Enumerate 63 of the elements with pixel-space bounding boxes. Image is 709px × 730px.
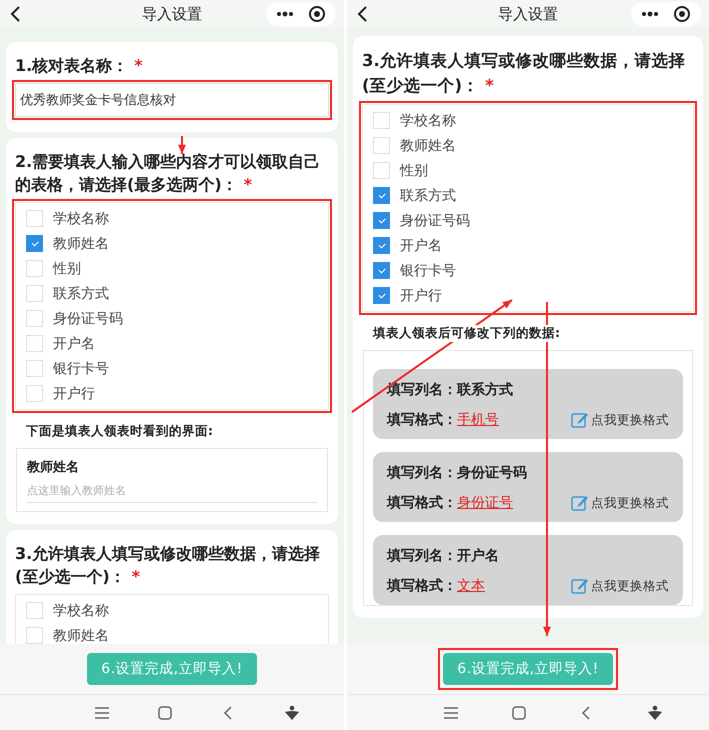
option-label: 开户行 xyxy=(400,286,442,304)
question-title: 2.需要填表人输入哪些内容才可以领取自己的表格，请选择(最多选两个)： * xyxy=(15,151,322,196)
back-icon[interactable] xyxy=(355,5,369,23)
edit-icon xyxy=(571,411,589,429)
column-label: 填写列名： xyxy=(387,464,457,482)
option-label: 教师姓名 xyxy=(53,234,109,252)
option-label: 联系方式 xyxy=(53,284,109,302)
question-title: 1.核对表名称： * xyxy=(15,55,144,77)
checkbox[interactable] xyxy=(26,235,43,252)
page-title: 导入设置 xyxy=(498,4,558,24)
format-label: 填写格式： xyxy=(387,411,457,429)
back-icon[interactable] xyxy=(8,5,22,23)
change-format-button[interactable]: 点我更换格式 xyxy=(571,577,669,595)
question-title: 3.允许填表人填写或修改哪些数据，请选择(至少选一个)： * xyxy=(362,50,687,97)
edit-icon xyxy=(571,577,589,595)
option-label: 学校名称 xyxy=(400,112,456,130)
home-icon[interactable] xyxy=(511,704,527,720)
menu-icon[interactable] xyxy=(443,704,459,720)
column-name: 身份证号码 xyxy=(457,464,527,482)
column-name: 开户名 xyxy=(457,547,499,565)
format-link[interactable]: 文本 xyxy=(457,577,485,595)
option-label: 开户名 xyxy=(53,334,95,352)
field-label: 教师姓名 xyxy=(27,459,80,476)
option-label: 性别 xyxy=(400,162,428,180)
person-icon[interactable] xyxy=(284,704,300,720)
edit-icon xyxy=(571,494,589,512)
format-link[interactable]: 身份证号 xyxy=(457,494,513,512)
checkbox[interactable] xyxy=(373,237,390,254)
column-name: 联系方式 xyxy=(457,381,513,399)
checkbox[interactable] xyxy=(373,287,390,304)
option-label: 开户名 xyxy=(400,236,442,254)
column-label: 填写列名： xyxy=(387,547,457,565)
import-button[interactable]: 6.设置完成,立即导入! xyxy=(87,653,257,685)
input-field[interactable]: 点这里输入教师姓名 xyxy=(27,483,317,503)
target-icon[interactable] xyxy=(673,5,691,23)
format-link[interactable]: 手机号 xyxy=(457,411,499,429)
option-label: 身份证号码 xyxy=(400,212,470,230)
change-format-button[interactable]: 点我更换格式 xyxy=(571,411,669,429)
option-label: 银行卡号 xyxy=(53,360,109,378)
menu-icon[interactable] xyxy=(94,704,110,720)
home-icon[interactable] xyxy=(157,704,174,720)
page-title: 导入设置 xyxy=(142,4,202,24)
option-label: 身份证号码 xyxy=(53,310,123,328)
checkbox[interactable] xyxy=(373,187,390,204)
checkbox[interactable] xyxy=(373,262,390,279)
change-format-button[interactable]: 点我更换格式 xyxy=(571,494,669,512)
person-icon[interactable] xyxy=(647,704,663,720)
question-title: 3.允许填表人填写或修改哪些数据，请选择(至少选一个)： * xyxy=(15,543,322,588)
checkbox[interactable] xyxy=(373,212,390,229)
target-icon[interactable] xyxy=(308,5,326,23)
option-label: 学校名称 xyxy=(53,602,109,620)
annotation-arrow xyxy=(178,136,186,154)
option-label: 性别 xyxy=(53,260,81,278)
option-label: 教师姓名 xyxy=(53,626,109,644)
option-label: 开户行 xyxy=(53,384,95,402)
format-label: 填写格式： xyxy=(387,577,457,595)
input-field[interactable]: 优秀教师奖金卡号信息核对 xyxy=(15,83,329,117)
option-label: 教师姓名 xyxy=(400,136,456,154)
option-label: 联系方式 xyxy=(400,186,456,204)
format-label: 填写格式： xyxy=(387,494,457,512)
option-label: 学校名称 xyxy=(53,210,109,228)
option-label: 银行卡号 xyxy=(400,262,456,280)
import-button[interactable]: 6.设置完成,立即导入! xyxy=(443,653,613,685)
